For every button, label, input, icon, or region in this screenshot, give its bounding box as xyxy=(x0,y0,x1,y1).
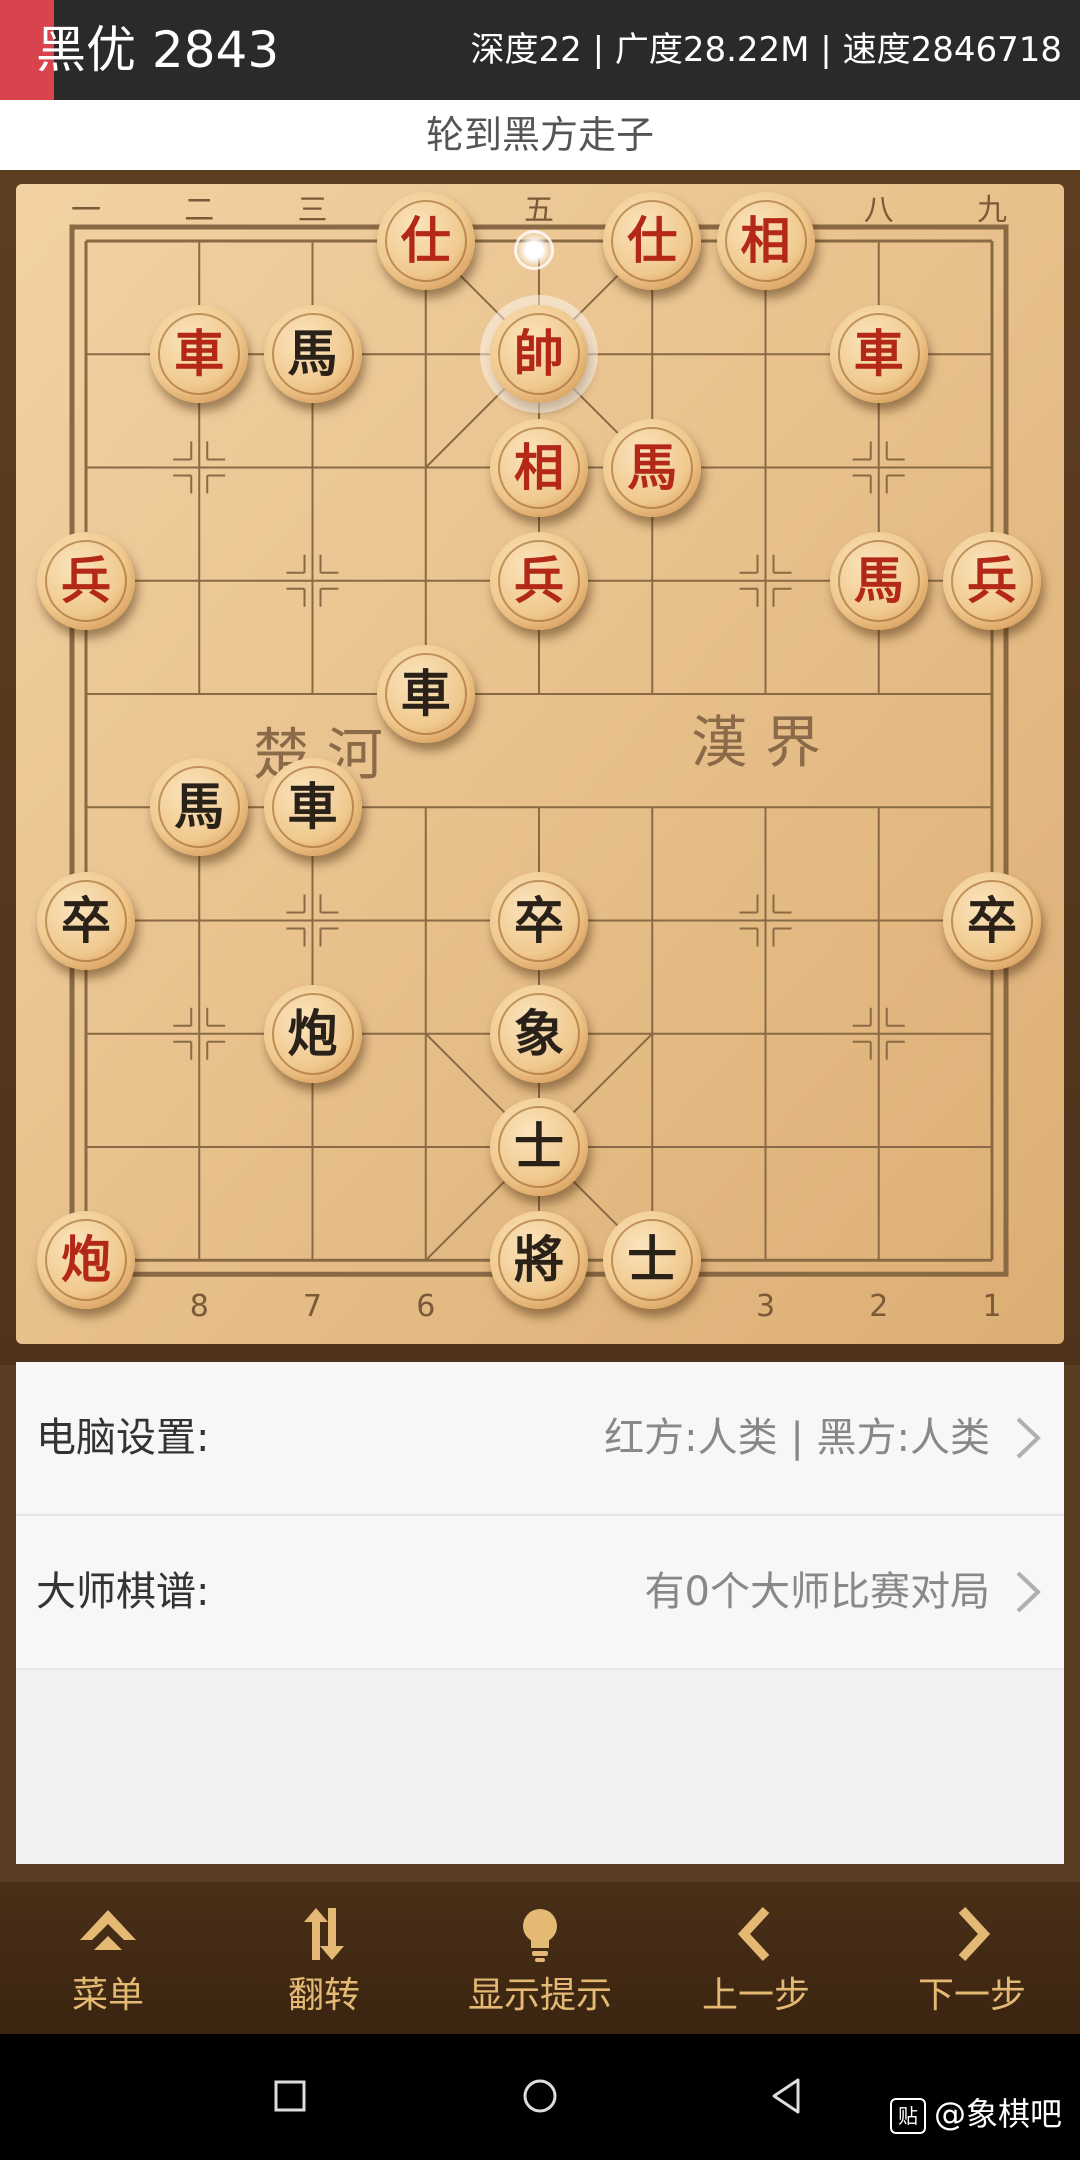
flip-label: 翻转 xyxy=(287,1975,360,2016)
piece-glyph: 馬 xyxy=(174,777,225,837)
bottom-file-label: 1 xyxy=(982,1289,1001,1324)
red-piece[interactable]: 車 xyxy=(150,305,249,404)
lightbulb-icon xyxy=(523,1909,557,1962)
black-piece[interactable]: 馬 xyxy=(150,758,249,857)
piece-glyph: 馬 xyxy=(627,437,678,497)
tieba-icon: 贴 xyxy=(889,2098,926,2134)
red-piece[interactable]: 仕 xyxy=(603,192,702,290)
evaluation-score: 黑优 2843 xyxy=(36,21,280,79)
piece-glyph: 相 xyxy=(740,211,791,270)
flip-icon xyxy=(304,1908,344,1960)
piece-glyph: 兵 xyxy=(61,550,111,610)
red-piece[interactable]: 仕 xyxy=(376,192,475,290)
flip-button[interactable]: 翻转 xyxy=(216,1882,432,2034)
piece-glyph: 兵 xyxy=(967,550,1017,610)
black-piece[interactable]: 將 xyxy=(490,1211,588,1310)
black-piece[interactable]: 車 xyxy=(376,645,475,743)
black-piece[interactable]: 士 xyxy=(490,1098,588,1196)
chevron-right-icon xyxy=(958,1906,991,1962)
top-file-label: 一 xyxy=(71,193,101,228)
red-piece[interactable]: 兵 xyxy=(490,531,588,630)
bottom-file-label: 2 xyxy=(869,1289,888,1324)
computer-settings-row[interactable]: 电脑设置: 红方:人类 | 黑方:人类 xyxy=(16,1362,1064,1516)
black-piece[interactable]: 卒 xyxy=(943,871,1041,970)
bottom-file-label: 6 xyxy=(416,1289,435,1324)
turn-indicator: 轮到黑方走子 xyxy=(425,113,654,157)
piece-glyph: 車 xyxy=(174,324,225,384)
piece-glyph: 士 xyxy=(514,1117,564,1176)
piece-glyph: 象 xyxy=(514,1003,564,1063)
recent-apps-icon[interactable] xyxy=(266,2072,314,2120)
piece-glyph: 將 xyxy=(514,1230,564,1290)
piece-glyph: 相 xyxy=(514,437,564,497)
piece-glyph: 卒 xyxy=(967,890,1017,950)
piece-glyph: 卒 xyxy=(61,890,111,950)
chevron-right-icon xyxy=(1016,1571,1041,1613)
black-piece[interactable]: 馬 xyxy=(263,305,362,404)
black-piece[interactable]: 卒 xyxy=(490,871,588,970)
red-piece[interactable]: 兵 xyxy=(943,531,1041,630)
engine-stats: 深度22 | 广度28.22M | 速度2846718 xyxy=(470,30,1063,70)
red-piece[interactable]: 馬 xyxy=(829,531,928,630)
top-file-label: 三 xyxy=(298,193,328,228)
bottom-file-label: 8 xyxy=(190,1289,209,1324)
computer-settings-label: 电脑设置: xyxy=(36,1415,210,1461)
last-move-marker xyxy=(514,230,554,270)
red-piece[interactable]: 炮 xyxy=(37,1211,135,1310)
next-move-label: 下一步 xyxy=(917,1975,1026,2016)
piece-glyph: 車 xyxy=(853,324,904,384)
piece-glyph: 車 xyxy=(287,777,338,837)
master-games-row[interactable]: 大师棋谱: 有0个大师比赛对局 xyxy=(16,1516,1064,1670)
chevron-right-icon xyxy=(1016,1417,1041,1459)
menu-label: 菜单 xyxy=(71,1975,144,2016)
top-file-label: 二 xyxy=(184,193,214,228)
red-piece[interactable]: 兵 xyxy=(37,531,135,630)
red-piece[interactable]: 帥 xyxy=(490,305,588,404)
computer-settings-value: 红方:人类 | 黑方:人类 xyxy=(604,1415,990,1461)
piece-glyph: 卒 xyxy=(514,890,564,950)
piece-glyph: 仕 xyxy=(627,211,678,270)
top-file-label: 九 xyxy=(977,193,1007,228)
previous-move-button[interactable]: 上一步 xyxy=(648,1882,864,2034)
black-piece[interactable]: 卒 xyxy=(37,871,135,970)
menu-button[interactable]: 菜单 xyxy=(0,1882,216,2034)
previous-move-label: 上一步 xyxy=(701,1975,810,2016)
master-games-label: 大师棋谱: xyxy=(36,1569,210,1615)
next-move-button[interactable]: 下一步 xyxy=(864,1882,1080,2034)
red-piece[interactable]: 相 xyxy=(490,418,588,517)
piece-glyph: 炮 xyxy=(61,1230,111,1290)
bottom-file-label: 3 xyxy=(756,1289,775,1324)
black-piece[interactable]: 象 xyxy=(490,984,588,1083)
watermark-text: @象棋吧 xyxy=(933,2095,1062,2133)
piece-glyph: 車 xyxy=(400,664,451,723)
piece-glyph: 仕 xyxy=(400,211,451,270)
red-piece[interactable]: 馬 xyxy=(603,418,702,517)
black-piece[interactable]: 炮 xyxy=(263,984,362,1083)
piece-glyph: 馬 xyxy=(287,324,338,384)
piece-glyph: 士 xyxy=(627,1230,678,1290)
red-piece[interactable]: 相 xyxy=(716,192,815,290)
black-piece[interactable]: 車 xyxy=(263,758,362,857)
hint-label: 显示提示 xyxy=(467,1975,612,2016)
black-piece[interactable]: 士 xyxy=(603,1211,702,1310)
top-file-label: 八 xyxy=(864,193,894,228)
piece-glyph: 炮 xyxy=(287,1003,338,1063)
hint-button[interactable]: 显示提示 xyxy=(432,1882,648,2034)
back-icon[interactable] xyxy=(764,2072,812,2120)
top-file-label: 五 xyxy=(524,193,554,228)
master-games-value: 有0个大师比赛对局 xyxy=(644,1569,990,1615)
piece-glyph: 馬 xyxy=(853,550,904,610)
bottom-file-label: 7 xyxy=(303,1289,322,1324)
river-label-right: 漢 界 xyxy=(691,711,821,776)
chevron-left-icon xyxy=(737,1906,770,1962)
menu-icon xyxy=(80,1910,136,1950)
watermark: 贴 @象棋吧 xyxy=(889,2092,1062,2136)
red-piece[interactable]: 車 xyxy=(829,305,928,404)
piece-glyph: 帥 xyxy=(514,324,564,384)
piece-glyph: 兵 xyxy=(514,550,564,610)
home-icon[interactable] xyxy=(516,2072,564,2120)
